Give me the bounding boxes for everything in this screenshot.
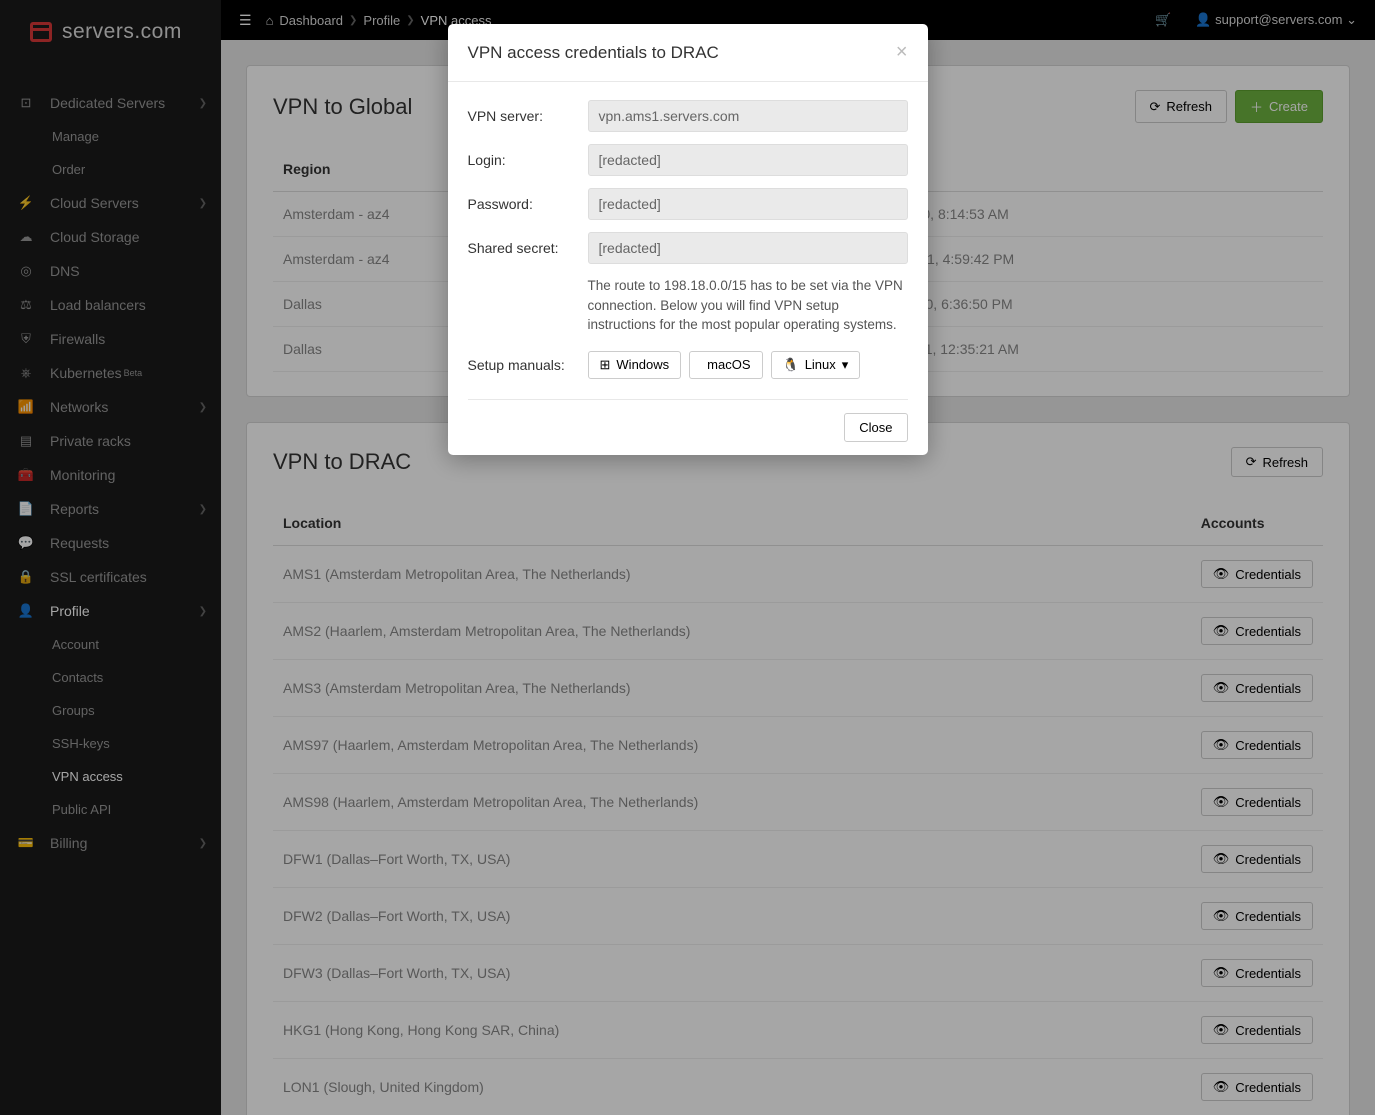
close-icon[interactable]: × <box>896 41 908 64</box>
windows-button[interactable]: ⊞Windows <box>588 351 682 379</box>
linux-button[interactable]: 🐧Linux ▾ <box>771 351 861 379</box>
value-password[interactable]: [redacted] <box>588 188 908 220</box>
value-vpn-server[interactable]: vpn.ams1.servers.com <box>588 100 908 132</box>
credentials-modal: VPN access credentials to DRAC × VPN ser… <box>448 24 928 455</box>
linux-icon: 🐧 <box>783 357 799 373</box>
modal-note: The route to 198.18.0.0/15 has to be set… <box>588 276 908 335</box>
label-setup: Setup manuals: <box>468 357 588 373</box>
label-login: Login: <box>468 152 588 168</box>
value-login[interactable]: [redacted] <box>588 144 908 176</box>
label-password: Password: <box>468 196 588 212</box>
label-secret: Shared secret: <box>468 240 588 256</box>
close-button[interactable]: Close <box>844 413 907 442</box>
modal-title: VPN access credentials to DRAC <box>468 43 719 63</box>
windows-icon: ⊞ <box>600 357 611 373</box>
label-vpn-server: VPN server: <box>468 108 588 124</box>
value-secret[interactable]: [redacted] <box>588 232 908 264</box>
modal-overlay[interactable]: VPN access credentials to DRAC × VPN ser… <box>0 0 1375 1115</box>
caret-down-icon: ▾ <box>842 357 849 373</box>
macos-button[interactable]: macOS <box>689 351 762 379</box>
